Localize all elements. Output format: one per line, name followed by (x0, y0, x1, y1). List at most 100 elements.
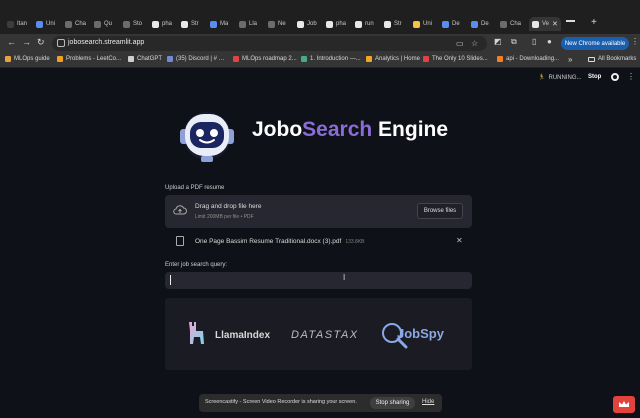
llamaindex-logo: LlamaIndex (215, 330, 271, 341)
all-bookmarks-button[interactable]: All Bookmarks (588, 56, 636, 62)
screencastify-badge-icon[interactable] (613, 396, 635, 413)
new-chrome-button[interactable]: New Chrome available (561, 37, 629, 50)
tab-favicon-icon (500, 20, 507, 28)
browser-tab[interactable]: Lla (239, 17, 257, 31)
running-icon: 🏃 (538, 75, 546, 81)
browser-tab[interactable]: Cha (65, 17, 86, 31)
bookmark-item[interactable]: api - Downloading... (497, 56, 559, 62)
tab-favicon-icon (268, 20, 275, 28)
github-icon[interactable] (611, 73, 619, 81)
tab-label: pha (336, 21, 347, 27)
bookmark-item[interactable]: MLOps roadmap 2... (233, 56, 297, 62)
ibeam-cursor-icon: I (343, 273, 346, 282)
browser-tab[interactable]: Uni (413, 17, 432, 31)
bookmark-item[interactable]: (35) Discord | # … (167, 56, 225, 62)
tab-favicon-icon (65, 20, 72, 28)
tab-label: Cha (75, 21, 87, 27)
streamlit-app: 🏃 RUNNING... Stop ⋮ JoboSearch Engine Up… (0, 68, 640, 416)
datastax-logo: DATASTAX (291, 329, 359, 341)
bookmark-favicon-icon (167, 56, 173, 62)
bookmark-item[interactable]: MLOps guide (5, 56, 50, 62)
bookmark-item[interactable]: 1. Introduction —... (301, 56, 361, 62)
tab-label: Uni (423, 21, 433, 27)
tab-label: Ma (220, 21, 229, 27)
browser-tab[interactable]: Ve ✕ (529, 17, 561, 31)
bookmark-item[interactable]: Problems - LeetCo... (57, 56, 121, 62)
job-search-query-input[interactable] (165, 272, 472, 289)
tab-label: Lla (249, 21, 258, 27)
tab-favicon-icon (181, 20, 188, 28)
tab-favicon-icon (297, 20, 304, 28)
stop-button[interactable]: Stop (588, 74, 601, 80)
bookmark-star-icon[interactable]: ☆ (471, 39, 478, 48)
tab-label: Cha (510, 21, 522, 27)
hide-share-bar-link[interactable]: Hide (422, 399, 434, 405)
browser-tab[interactable]: Job (297, 17, 317, 31)
llama-icon (189, 322, 204, 344)
browser-tab[interactable]: Str (181, 17, 199, 31)
bookmarks-overflow-icon[interactable]: » (568, 55, 572, 64)
bookmark-label: (35) Discord | # … (176, 56, 225, 62)
app-header: 🏃 RUNNING... Stop ⋮ (0, 68, 640, 90)
tab-search-icon[interactable] (566, 18, 575, 22)
browser-tab[interactable]: Ne (268, 17, 286, 31)
remove-file-icon[interactable]: ✕ (456, 236, 463, 245)
bookmark-favicon-icon (366, 56, 372, 62)
bookmark-favicon-icon (497, 56, 503, 62)
side-panel-icon[interactable]: ▯ (532, 37, 536, 46)
bookmark-item[interactable]: Analytics | Home (366, 56, 420, 62)
browser-tab[interactable]: Str (384, 17, 402, 31)
tab-favicon-icon (152, 20, 159, 28)
close-tab-icon[interactable]: ✕ (552, 20, 558, 28)
browser-tab[interactable]: Cha (500, 17, 521, 31)
tab-favicon-icon (442, 20, 449, 28)
browser-tab[interactable]: Ma (210, 17, 228, 31)
browser-toolbar: ← → ↻ jobosearch.streamlit.app ▭ ☆ ◩ ⧉ ▯… (0, 34, 640, 53)
new-tab-icon[interactable]: + (591, 17, 597, 28)
bookmark-label: 1. Introduction —... (310, 56, 361, 62)
browser-tab[interactable]: De (471, 17, 489, 31)
cloud-upload-icon (173, 205, 187, 215)
address-url[interactable]: jobosearch.streamlit.app (68, 39, 144, 46)
browser-tab[interactable]: pha (326, 17, 346, 31)
bookmark-item[interactable]: ChatGPT (128, 56, 162, 62)
browser-tab[interactable]: Uni (36, 17, 55, 31)
extension-icon[interactable]: ◩ (494, 37, 502, 46)
bookmark-label: ChatGPT (137, 56, 163, 62)
uploaded-file-item: One Page Bassim Resume Traditional.docx … (165, 234, 472, 248)
site-info-icon[interactable] (57, 39, 65, 47)
query-label: Enter job search query: (165, 262, 228, 268)
running-label: RUNNING... (548, 74, 582, 81)
browser-tab[interactable]: Qu (94, 17, 112, 31)
reload-icon[interactable]: ↻ (37, 37, 45, 48)
bookmark-item[interactable]: The Only 10 Slides... (423, 56, 488, 62)
tab-favicon-icon (326, 20, 333, 28)
app-menu-icon[interactable]: ⋮ (627, 72, 635, 81)
browse-files-button[interactable]: Browse files (417, 203, 463, 219)
browser-tab[interactable]: run (355, 17, 374, 31)
cast-icon[interactable]: ▭ (456, 39, 464, 48)
tab-favicon-icon (210, 20, 217, 28)
forward-icon[interactable]: → (22, 37, 31, 47)
folder-icon (588, 56, 595, 62)
file-dropzone[interactable]: Drag and drop file here Limit 200MB per … (165, 195, 472, 228)
browser-tab[interactable]: De (442, 17, 460, 31)
browser-tab[interactable]: Itan (7, 17, 27, 31)
tab-favicon-icon (471, 20, 478, 28)
profile-icon[interactable]: ● (547, 37, 552, 46)
screen-share-bar: Screencastify - Screen Video Recorder is… (199, 394, 442, 412)
title-part-engine: Engine (372, 118, 449, 141)
browser-tab[interactable]: pha (152, 17, 172, 31)
puzzle-icon[interactable]: ⧉ (511, 37, 517, 47)
dropzone-limit: Limit 200MB per file • PDF (195, 214, 254, 220)
tab-label: Qu (104, 21, 113, 27)
tab-label: Str (394, 21, 402, 27)
bookmark-label: MLOps guide (14, 56, 50, 62)
browser-tab[interactable]: Sto (123, 17, 142, 31)
stop-sharing-button[interactable]: Stop sharing (370, 397, 415, 409)
back-icon[interactable]: ← (7, 37, 16, 47)
tab-label: pha (162, 21, 173, 27)
address-bar[interactable]: jobosearch.streamlit.app ▭ ☆ (52, 36, 487, 51)
text-caret (170, 275, 171, 285)
chrome-menu-icon[interactable]: ⋮ (631, 37, 639, 46)
